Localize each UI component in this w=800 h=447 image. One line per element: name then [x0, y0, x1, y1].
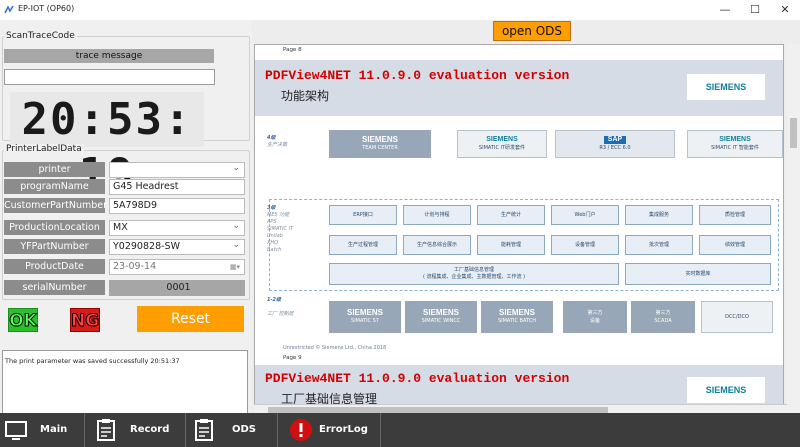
- box-erp: ERP接口: [329, 205, 397, 225]
- production-location-label: ProductionLocation: [4, 220, 105, 235]
- level-4-label: 4级 生产决策: [267, 135, 288, 148]
- level-3-label: 3级 MES 功能 APS SIMATIC IT Unilab XHQ Batch: [267, 205, 294, 253]
- siemens-logo-9: SIEMENS: [687, 377, 765, 403]
- simatic-rd-box: SIEMENS SIMATIC IT研发套件: [457, 130, 547, 158]
- box-web: Web门户: [551, 205, 619, 225]
- printer-select[interactable]: [109, 161, 245, 178]
- serial-number-label: serialNumber: [4, 280, 105, 295]
- program-name-field[interactable]: G45 Headrest: [109, 179, 245, 195]
- nav-ods[interactable]: ODS: [188, 413, 278, 447]
- simatic-intel-box: SIEMENS SIMATIC IT 智能套件: [687, 130, 783, 158]
- title-bar: EP-IOT (OP60) — ☐ ✕: [0, 0, 800, 20]
- siemens-logo: SIEMENS: [687, 74, 765, 100]
- vertical-scrollbar[interactable]: [787, 44, 800, 414]
- pdf-viewer[interactable]: Page 8 PDFView4NET 11.0.9.0 evaluation v…: [254, 44, 784, 414]
- box-equipment: 设备管理: [551, 235, 619, 255]
- trace-input[interactable]: [4, 69, 215, 85]
- ok-button[interactable]: OK: [8, 308, 38, 332]
- scroll-thumb[interactable]: [790, 118, 797, 148]
- box-factory-info: 工厂基础信息管理( 流程集成、企业集成、主数据管理、工作流 ): [329, 263, 619, 285]
- clipboard-list-icon: [195, 419, 213, 441]
- monitor-icon: [5, 421, 27, 440]
- evaluation-banner-9: PDFView4NET 11.0.9.0 evaluation version: [265, 371, 570, 386]
- box-third-scada: 第三方 SCADA: [631, 301, 695, 333]
- left-panel: ScanTraceCode trace message 20:53: 19 Pr…: [0, 20, 252, 432]
- error-icon: [290, 419, 312, 441]
- box-quality: 质检管理: [699, 205, 771, 225]
- customer-part-field[interactable]: 5A798D9: [109, 198, 245, 214]
- bottom-nav: Main Record ODS ErrorLog: [0, 413, 800, 447]
- app-icon: [4, 5, 14, 14]
- nav-main[interactable]: Main: [0, 413, 85, 447]
- box-batch-simatic: SIEMENS SIMATIC BATCH: [481, 301, 553, 333]
- minimize-button[interactable]: —: [710, 0, 740, 20]
- product-date-picker[interactable]: 23-09-14: [109, 259, 245, 275]
- page-number: Page 8: [283, 47, 302, 53]
- printer-group-title: PrinterLabelData: [4, 144, 84, 154]
- level-12-label: 1-2级 工厂 控制层: [267, 297, 294, 317]
- product-date-label: ProductDate: [4, 259, 105, 274]
- box-s7: SIEMENS SIMATIC S7: [329, 301, 401, 333]
- maximize-button[interactable]: ☐: [740, 0, 770, 20]
- box-third-device: 第三方 设备: [563, 301, 627, 333]
- evaluation-banner: PDFView4NET 11.0.9.0 evaluation version: [265, 68, 570, 83]
- box-info: 生产信息综合展示: [403, 235, 471, 255]
- production-location-select[interactable]: MX: [109, 219, 245, 236]
- box-integration: 集成服务: [625, 205, 693, 225]
- scan-group-title: ScanTraceCode: [4, 31, 77, 41]
- box-wincc: SIEMENS SIMATIC WINCC: [405, 301, 477, 333]
- box-dcc: DCC/DCO: [701, 301, 773, 333]
- teamcenter-box: SIEMENS TEAM CENTER: [329, 130, 431, 158]
- program-name-label: programName: [4, 179, 105, 194]
- window-title: EP-IOT (OP60): [18, 4, 75, 13]
- box-performance: 绩效管理: [699, 235, 771, 255]
- clipboard-icon: [97, 419, 115, 441]
- printer-label: printer: [4, 162, 105, 177]
- customer-part-label: CustomerPartNumber: [4, 198, 108, 213]
- box-process: 生产过程管理: [329, 235, 397, 255]
- box-energy: 能耗管理: [477, 235, 545, 255]
- close-button[interactable]: ✕: [770, 0, 800, 20]
- serial-number-value: 0001: [109, 280, 245, 296]
- box-stats: 生产统计: [477, 205, 545, 225]
- nav-errorlog[interactable]: ErrorLog: [285, 413, 381, 447]
- ng-button[interactable]: NG: [70, 308, 100, 332]
- page-number-9: Page 9: [283, 355, 302, 361]
- page-title: 功能架构: [281, 89, 330, 103]
- sap-box: SAP R3 / ECC 6.0: [555, 130, 675, 158]
- yf-part-select[interactable]: Y0290828-SW: [109, 238, 245, 255]
- box-realtime-db: 实时数据库: [625, 263, 771, 285]
- box-batch: 批次管理: [625, 235, 693, 255]
- trace-message-label: trace message: [4, 49, 214, 63]
- page-header-band: PDFView4NET 11.0.9.0 evaluation version …: [255, 60, 783, 116]
- copyright: Unrestricted © Siemens Ltd., China 2018: [283, 345, 387, 351]
- clock-display: 20:53: 19: [10, 92, 204, 200]
- nav-record[interactable]: Record: [90, 413, 186, 447]
- box-plan: 计划与排程: [403, 205, 471, 225]
- yf-part-label: YFPartNumber: [4, 239, 105, 254]
- reset-button[interactable]: Reset: [137, 306, 244, 332]
- right-panel: open ODS Page 8 PDFView4NET 11.0.9.0 eva…: [252, 20, 800, 415]
- open-ods-button[interactable]: open ODS: [493, 21, 571, 41]
